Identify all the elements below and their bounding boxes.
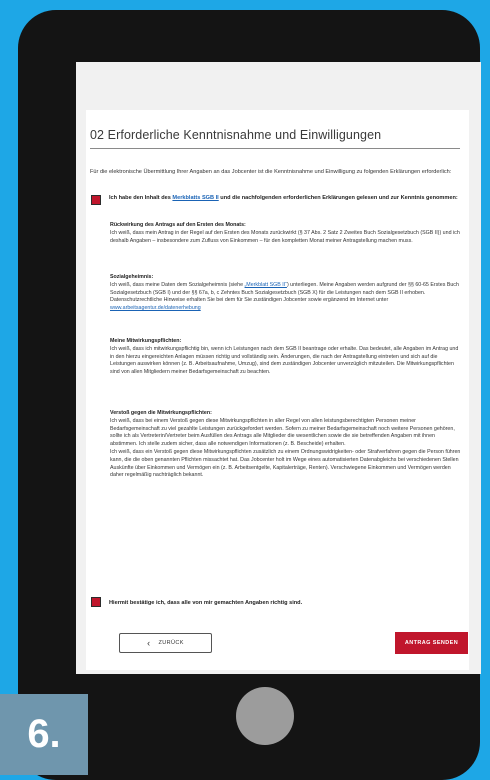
confirm-label: Hiermit bestätige ich, dass alle von mir… (109, 600, 303, 606)
verstoss-block: Verstoß gegen die Mitwirkungspflichten: … (110, 410, 463, 480)
mitwirkung-text: Ich weiß, dass ich mitwirkungspflichtig … (110, 345, 459, 376)
verstoss-text-1: Ich weiß, dass bei einem Verstoß gegen d… (110, 417, 455, 448)
confirm-checkbox[interactable] (91, 597, 101, 607)
step-badge: 6. (0, 694, 88, 775)
sozialgeheimnis-block: Sozialgeheimnis: Ich weiß, dass meine Da… (110, 274, 463, 313)
consent-label: Ich habe den Inhalt des Merkblatts SGB I… (109, 194, 461, 202)
phone-frame: 02 Erforderliche Kenntnisnahme und Einwi… (18, 10, 481, 780)
rueckwirkung-heading: Rückwirkung des Antrags auf den Ersten d… (110, 222, 246, 228)
form-panel: 02 Erforderliche Kenntnisnahme und Einwi… (86, 110, 469, 670)
mitwirkung-block: Meine Mitwirkungspflichten: Ich weiß, da… (110, 338, 463, 377)
section-title: 02 Erforderliche Kenntnisnahme und Einwi… (90, 128, 460, 149)
rueckwirkung-block: Rückwirkung des Antrags auf den Ersten d… (110, 222, 463, 245)
verstoss-heading: Verstoß gegen die Mitwirkungspflichten: (110, 410, 212, 416)
merkblatt-link[interactable]: Merkblatts SGB II (172, 195, 218, 201)
consent-checkbox[interactable] (91, 195, 101, 205)
send-application-button[interactable]: ANTRAG SENDEN (395, 632, 468, 654)
verstoss-text-2: Ich weiß, dass ein Verstoß gegen diese M… (110, 448, 461, 479)
sozialgeheimnis-text-1: Ich weiß, dass meine Daten dem Sozialgeh… (110, 281, 245, 288)
rueckwirkung-text: Ich weiß, dass mein Antrag in der Regel … (110, 229, 460, 244)
datenerhebung-link[interactable]: www.arbeitsagentur.de/datenerhebung (110, 305, 201, 311)
mitwirkung-heading: Meine Mitwirkungspflichten: (110, 338, 182, 344)
home-button[interactable] (236, 687, 294, 745)
back-button-label: ZURÜCK (158, 640, 184, 646)
merkblatt-inline-link[interactable]: „Merkblatt SGB II“ (245, 282, 287, 288)
chevron-left-icon: ‹ (147, 638, 151, 648)
consent-label-post: und die nachfolgenden erforderlichen Erk… (218, 195, 458, 201)
phone-screen: 02 Erforderliche Kenntnisnahme und Einwi… (76, 62, 481, 674)
back-button[interactable]: ‹ ZURÜCK (119, 633, 212, 653)
consent-label-pre: Ich habe den Inhalt des (109, 195, 173, 201)
sozialgeheimnis-heading: Sozialgeheimnis: (110, 274, 154, 280)
intro-text: Für die elektronische Übermittlung Ihrer… (90, 169, 452, 175)
